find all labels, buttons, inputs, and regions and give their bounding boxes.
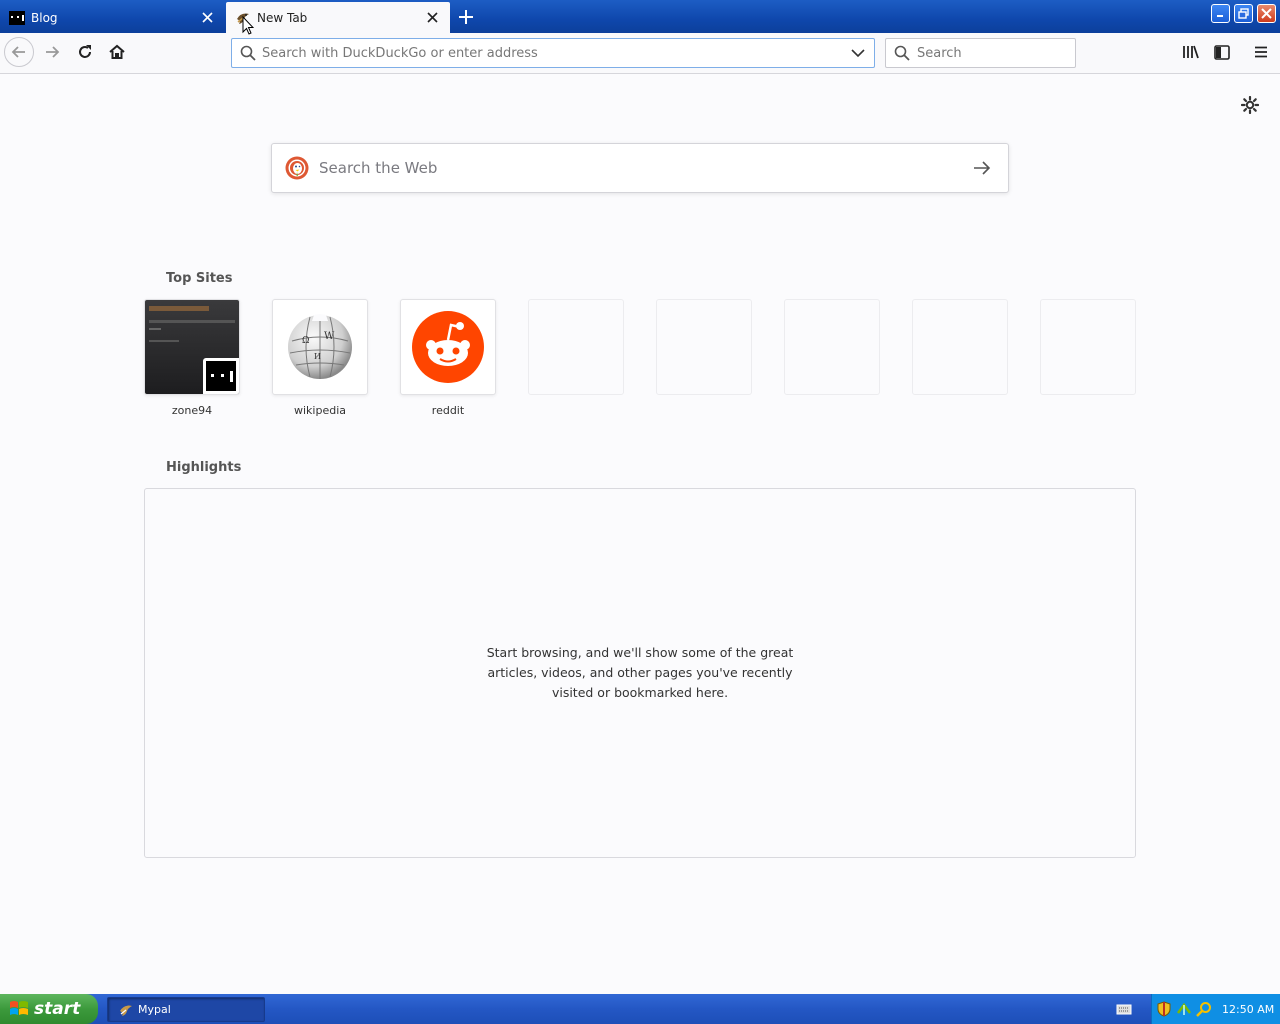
forward-button[interactable] xyxy=(37,37,67,67)
search-icon xyxy=(240,45,256,61)
search-icon xyxy=(894,45,910,61)
url-bar[interactable] xyxy=(231,38,875,68)
gear-icon[interactable] xyxy=(1238,93,1262,117)
highlights-empty-message: Start browsing, and we'll show some of t… xyxy=(486,645,794,700)
clock: 12:50 AM xyxy=(1222,1002,1275,1016)
reload-button[interactable] xyxy=(70,37,100,67)
keyboard-icon[interactable] xyxy=(1116,1001,1132,1017)
close-tab-icon[interactable] xyxy=(425,11,439,25)
minimize-window-button[interactable] xyxy=(1211,4,1230,23)
tab-title: Blog xyxy=(31,10,58,25)
new-tab-plus-icon[interactable] xyxy=(456,7,476,27)
taskbar-item-label: Mypal xyxy=(138,1003,171,1016)
svg-text:Ω: Ω xyxy=(302,336,309,346)
tab-strip: Blog New Tab xyxy=(0,0,1280,33)
top-site-empty-slot xyxy=(784,299,880,404)
library-icon xyxy=(1183,45,1199,59)
back-button[interactable] xyxy=(4,37,34,67)
site-thumbnail[interactable] xyxy=(144,299,240,395)
top-site-zone94[interactable]: zone94 xyxy=(144,299,240,417)
close-window-button[interactable] xyxy=(1257,4,1276,23)
web-search-input[interactable] xyxy=(319,159,970,177)
site-thumbnail[interactable]: Ω W И xyxy=(272,299,368,395)
tab-title: New Tab xyxy=(257,10,308,25)
reddit-logo-icon xyxy=(412,311,484,383)
restore-window-button[interactable] xyxy=(1234,4,1253,23)
taskbar-item-mypal[interactable]: Mypal xyxy=(107,997,265,1022)
tab-new-tab[interactable]: New Tab xyxy=(226,2,450,33)
arrow-left-icon xyxy=(11,46,25,58)
top-sites-grid: zone94 Ω W И wikipedia reddit xyxy=(144,299,1144,429)
empty-tile xyxy=(656,299,752,395)
highlights-panel: Start browsing, and we'll show some of t… xyxy=(144,488,1136,858)
close-tab-icon[interactable] xyxy=(200,11,214,25)
search-magnifier-icon[interactable] xyxy=(1196,1001,1212,1017)
web-search-box[interactable] xyxy=(271,143,1009,193)
home-button[interactable] xyxy=(102,37,132,67)
empty-tile xyxy=(1040,299,1136,395)
start-button[interactable]: start xyxy=(0,994,98,1024)
menu-button[interactable] xyxy=(1246,37,1276,67)
home-icon xyxy=(109,44,125,59)
top-site-empty-slot xyxy=(656,299,752,404)
search-input[interactable] xyxy=(917,45,1075,61)
arrow-right-icon xyxy=(46,46,60,58)
empty-tile xyxy=(912,299,1008,395)
tab-blog[interactable]: Blog xyxy=(0,2,225,33)
site-label: wikipedia xyxy=(293,404,346,417)
url-input[interactable] xyxy=(262,41,846,65)
top-site-wikipedia[interactable]: Ω W И wikipedia xyxy=(272,299,368,417)
arrow-right-icon[interactable] xyxy=(970,156,994,180)
reload-icon xyxy=(79,45,91,58)
top-site-empty-slot xyxy=(1040,299,1136,404)
zone94-favicon-icon xyxy=(203,358,239,394)
empty-tile xyxy=(528,299,624,395)
library-button[interactable] xyxy=(1176,37,1206,67)
top-site-empty-slot xyxy=(912,299,1008,404)
zone94-favicon-icon xyxy=(9,10,25,26)
navigation-toolbar xyxy=(0,33,1280,74)
highlights-heading: Highlights xyxy=(166,460,242,475)
mypal-app-icon xyxy=(120,1005,132,1016)
hamburger-menu-icon xyxy=(1255,46,1267,58)
svg-text:W: W xyxy=(324,331,335,342)
taskbar: start Mypal 12:50 AM xyxy=(0,994,1280,1024)
svg-text:И: И xyxy=(314,352,321,361)
duckduckgo-logo-icon xyxy=(285,156,309,180)
wikipedia-globe-icon: Ω W И xyxy=(288,314,352,379)
mouse-cursor-icon xyxy=(242,16,254,35)
start-label: start xyxy=(34,999,81,1019)
system-tray: 12:50 AM xyxy=(1151,994,1280,1024)
site-thumbnail[interactable] xyxy=(400,299,496,395)
empty-tile xyxy=(784,299,880,395)
security-shield-icon[interactable] xyxy=(1156,1001,1172,1017)
top-site-empty-slot xyxy=(528,299,624,404)
sidebar-toggle-button[interactable] xyxy=(1207,37,1237,67)
site-label: zone94 xyxy=(171,404,213,417)
sidebar-icon xyxy=(1214,44,1230,60)
top-site-reddit[interactable]: reddit xyxy=(400,299,496,417)
site-label: reddit xyxy=(431,404,465,417)
windows-logo-icon xyxy=(10,1001,28,1015)
network-icon[interactable] xyxy=(1176,1001,1192,1017)
top-sites-heading: Top Sites xyxy=(166,271,233,286)
search-bar[interactable] xyxy=(885,38,1076,68)
chevron-down-icon[interactable] xyxy=(846,41,870,65)
new-tab-page: Top Sites zone94 xyxy=(0,75,1280,994)
